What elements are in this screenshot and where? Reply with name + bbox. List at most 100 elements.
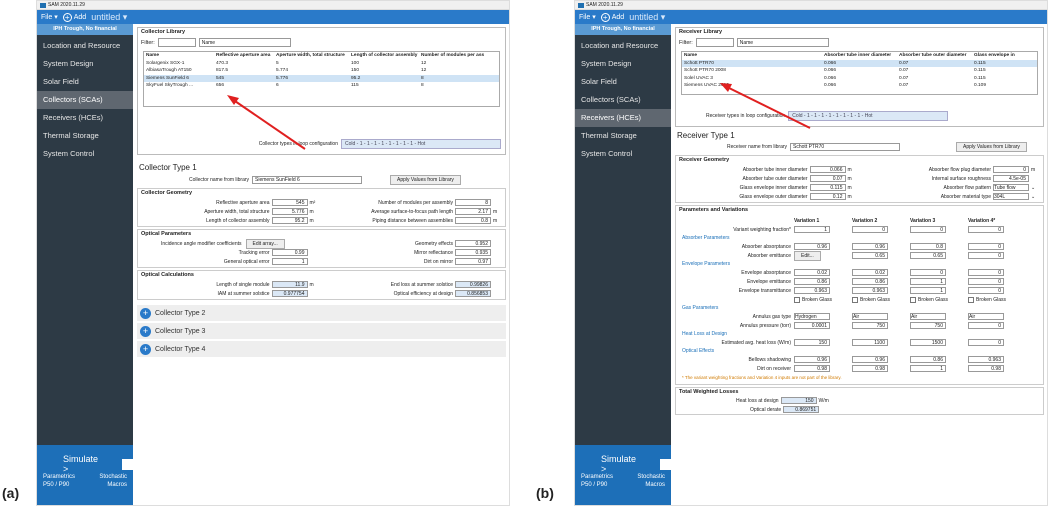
filter-input[interactable] [157, 38, 196, 47]
sidebar-item-thermal-storage[interactable]: Thermal Storage [575, 127, 671, 145]
bellows-input[interactable]: 0.96 [852, 356, 888, 363]
loop-config-field[interactable]: Cold - 1 - 1 - 1 - 1 - 1 - 1 - 1 - 1 - H… [788, 111, 949, 121]
env-emittance-input[interactable]: 1 [910, 278, 946, 285]
sidebar-item-collectors[interactable]: Collectors (SCAs) [37, 91, 133, 109]
pressure-input[interactable]: 750 [910, 322, 946, 329]
sidebar-item-system-design[interactable]: System Design [37, 55, 133, 73]
collector-length-input[interactable]: 95.2 [271, 217, 308, 224]
gas-type-select[interactable]: Air [852, 313, 888, 320]
case-name-tab[interactable]: untitled ▾ [629, 12, 665, 23]
dirt-input[interactable]: 1 [910, 365, 946, 372]
broken-glass-checkbox[interactable]: Broken Glass [794, 296, 852, 303]
chart-icon[interactable] [122, 458, 133, 470]
broken-glass-checkbox[interactable]: Broken Glass [968, 296, 1026, 303]
sidebar-item-thermal-storage[interactable]: Thermal Storage [37, 127, 133, 145]
apply-library-button[interactable]: Apply Values from Library [956, 142, 1027, 152]
pressure-input[interactable]: 0.0001 [794, 322, 830, 329]
parametrics-link[interactable]: Parametrics [43, 474, 75, 480]
env-absorptance-input[interactable]: 0 [968, 269, 1004, 276]
flow-pattern-select[interactable]: Tube flow [993, 184, 1029, 191]
file-menu[interactable]: File ▾ [579, 13, 596, 21]
simulate-button[interactable]: Simulate > [63, 454, 100, 474]
aperture-width-input[interactable]: 5.776 [271, 208, 308, 215]
env-emittance-input[interactable]: 0 [968, 278, 1004, 285]
env-transmittance-input[interactable]: 0.963 [794, 287, 830, 294]
macros-link[interactable]: Macros [107, 482, 127, 488]
env-transmittance-input[interactable]: 1 [910, 287, 946, 294]
sidebar-item-system-design[interactable]: System Design [575, 55, 671, 73]
sidebar-item-receivers[interactable]: Receivers (HCEs) [37, 109, 133, 127]
filter-field-select[interactable]: Name [198, 38, 291, 47]
broken-glass-checkbox[interactable]: Broken Glass [910, 296, 968, 303]
heat-loss-input[interactable]: 1100 [852, 339, 888, 346]
modules-input[interactable]: 8 [455, 199, 491, 206]
stochastic-link[interactable]: Stochastic [99, 474, 127, 480]
bellows-input[interactable]: 0.963 [968, 356, 1004, 363]
loop-config-field[interactable]: Cold - 1 - 1 - 1 - 1 - 1 - 1 - 1 - 1 - H… [341, 139, 501, 149]
env-absorptance-input[interactable]: 0 [910, 269, 946, 276]
heat-loss-input[interactable]: 0 [968, 339, 1004, 346]
filter-field-select[interactable]: Name [736, 38, 829, 47]
gas-type-select[interactable]: Hydrogen [794, 313, 830, 320]
env-absorptance-input[interactable]: 0.02 [852, 269, 888, 276]
emittance-edit-button[interactable]: Edit... [794, 250, 821, 261]
dirt-input[interactable]: 0.98 [852, 365, 888, 372]
env-emittance-input[interactable]: 0.86 [794, 278, 830, 285]
table-row[interactable]: Siemens UVAC 2010 0.066 0.07 0.109 [682, 82, 1037, 90]
weight-input[interactable]: 0 [852, 226, 888, 233]
table-row[interactable]: Schott PTR70 2008 0.066 0.07 0.115 [682, 67, 1037, 75]
env-transmittance-input[interactable]: 0 [968, 287, 1004, 294]
glass-outer-diam-input[interactable]: 0.12 [809, 193, 846, 200]
sidebar-item-location[interactable]: Location and Resource [37, 37, 133, 55]
focus-length-input[interactable]: 2.17 [455, 208, 491, 215]
abs-outer-diam-input[interactable]: 0.07 [809, 175, 846, 182]
broken-glass-checkbox[interactable]: Broken Glass [852, 296, 910, 303]
collector-type-2-toggle[interactable]: + Collector Type 2 [137, 305, 506, 321]
weight-input[interactable]: 0 [910, 226, 946, 233]
add-button[interactable]: + Add [62, 12, 86, 22]
gas-type-select[interactable]: Air [968, 313, 1004, 320]
heat-loss-input[interactable]: 150 [794, 339, 830, 346]
case-name-tab[interactable]: untitled ▾ [91, 12, 127, 23]
tracking-error-input[interactable]: 0.99 [271, 249, 308, 256]
sidebar-item-collectors[interactable]: Collectors (SCAs) [575, 91, 671, 109]
bellows-input[interactable]: 0.86 [910, 356, 946, 363]
flow-plug-input[interactable]: 0 [993, 166, 1029, 173]
stochastic-link[interactable]: Stochastic [637, 474, 665, 480]
absorptance-input[interactable]: 0 [968, 243, 1004, 250]
sidebar-item-location[interactable]: Location and Resource [575, 37, 671, 55]
abs-inner-diam-input[interactable]: 0.066 [809, 166, 846, 173]
pressure-input[interactable]: 750 [852, 322, 888, 329]
emittance-input[interactable]: 0 [968, 252, 1004, 259]
gas-type-select[interactable]: Air [910, 313, 946, 320]
table-row[interactable]: Solel UVAC 3 0.066 0.07 0.115 [682, 75, 1037, 83]
piping-distance-input[interactable]: 0.8 [455, 217, 491, 224]
collector-type-3-toggle[interactable]: + Collector Type 3 [137, 323, 506, 339]
sidebar-item-receivers[interactable]: Receivers (HCEs) [575, 109, 671, 127]
table-row[interactable]: SkyFuel SkyTrough ... 656 6 115 8 [144, 82, 499, 90]
heat-loss-input[interactable]: 1500 [910, 339, 946, 346]
filter-input[interactable] [695, 38, 734, 47]
collector-name-field[interactable]: Siemens SunField 6 [252, 176, 363, 184]
weight-input[interactable]: 1 [794, 226, 830, 233]
table-row[interactable]: AlbiasaTrough AT150 817.5 5.774 150 12 [144, 67, 499, 75]
dirt-mirror-input[interactable]: 0.97 [455, 258, 491, 265]
absorptance-input[interactable]: 0.96 [794, 243, 830, 250]
emittance-input[interactable]: 0.65 [910, 252, 946, 259]
sidebar-item-system-control[interactable]: System Control [575, 145, 671, 163]
sidebar-item-solar-field[interactable]: Solar Field [575, 73, 671, 91]
edit-array-button[interactable]: Edit array... [245, 238, 285, 249]
collector-type-4-toggle[interactable]: + Collector Type 4 [137, 341, 506, 357]
apply-library-button[interactable]: Apply Values from Library [390, 175, 461, 185]
env-absorptance-input[interactable]: 0.02 [794, 269, 830, 276]
parametrics-link[interactable]: Parametrics [581, 474, 613, 480]
pressure-input[interactable]: 0 [968, 322, 1004, 329]
chart-icon[interactable] [660, 458, 671, 470]
macros-link[interactable]: Macros [645, 482, 665, 488]
table-row[interactable]: Solargenix SGX-1 470.3 5 100 12 [144, 60, 499, 68]
reflective-area-input[interactable]: 545 [271, 199, 308, 206]
env-transmittance-input[interactable]: 0.963 [852, 287, 888, 294]
material-select[interactable]: 304L [993, 193, 1029, 200]
weight-input[interactable]: 0 [968, 226, 1004, 233]
p50-p90-link[interactable]: P50 / P90 [581, 482, 607, 488]
